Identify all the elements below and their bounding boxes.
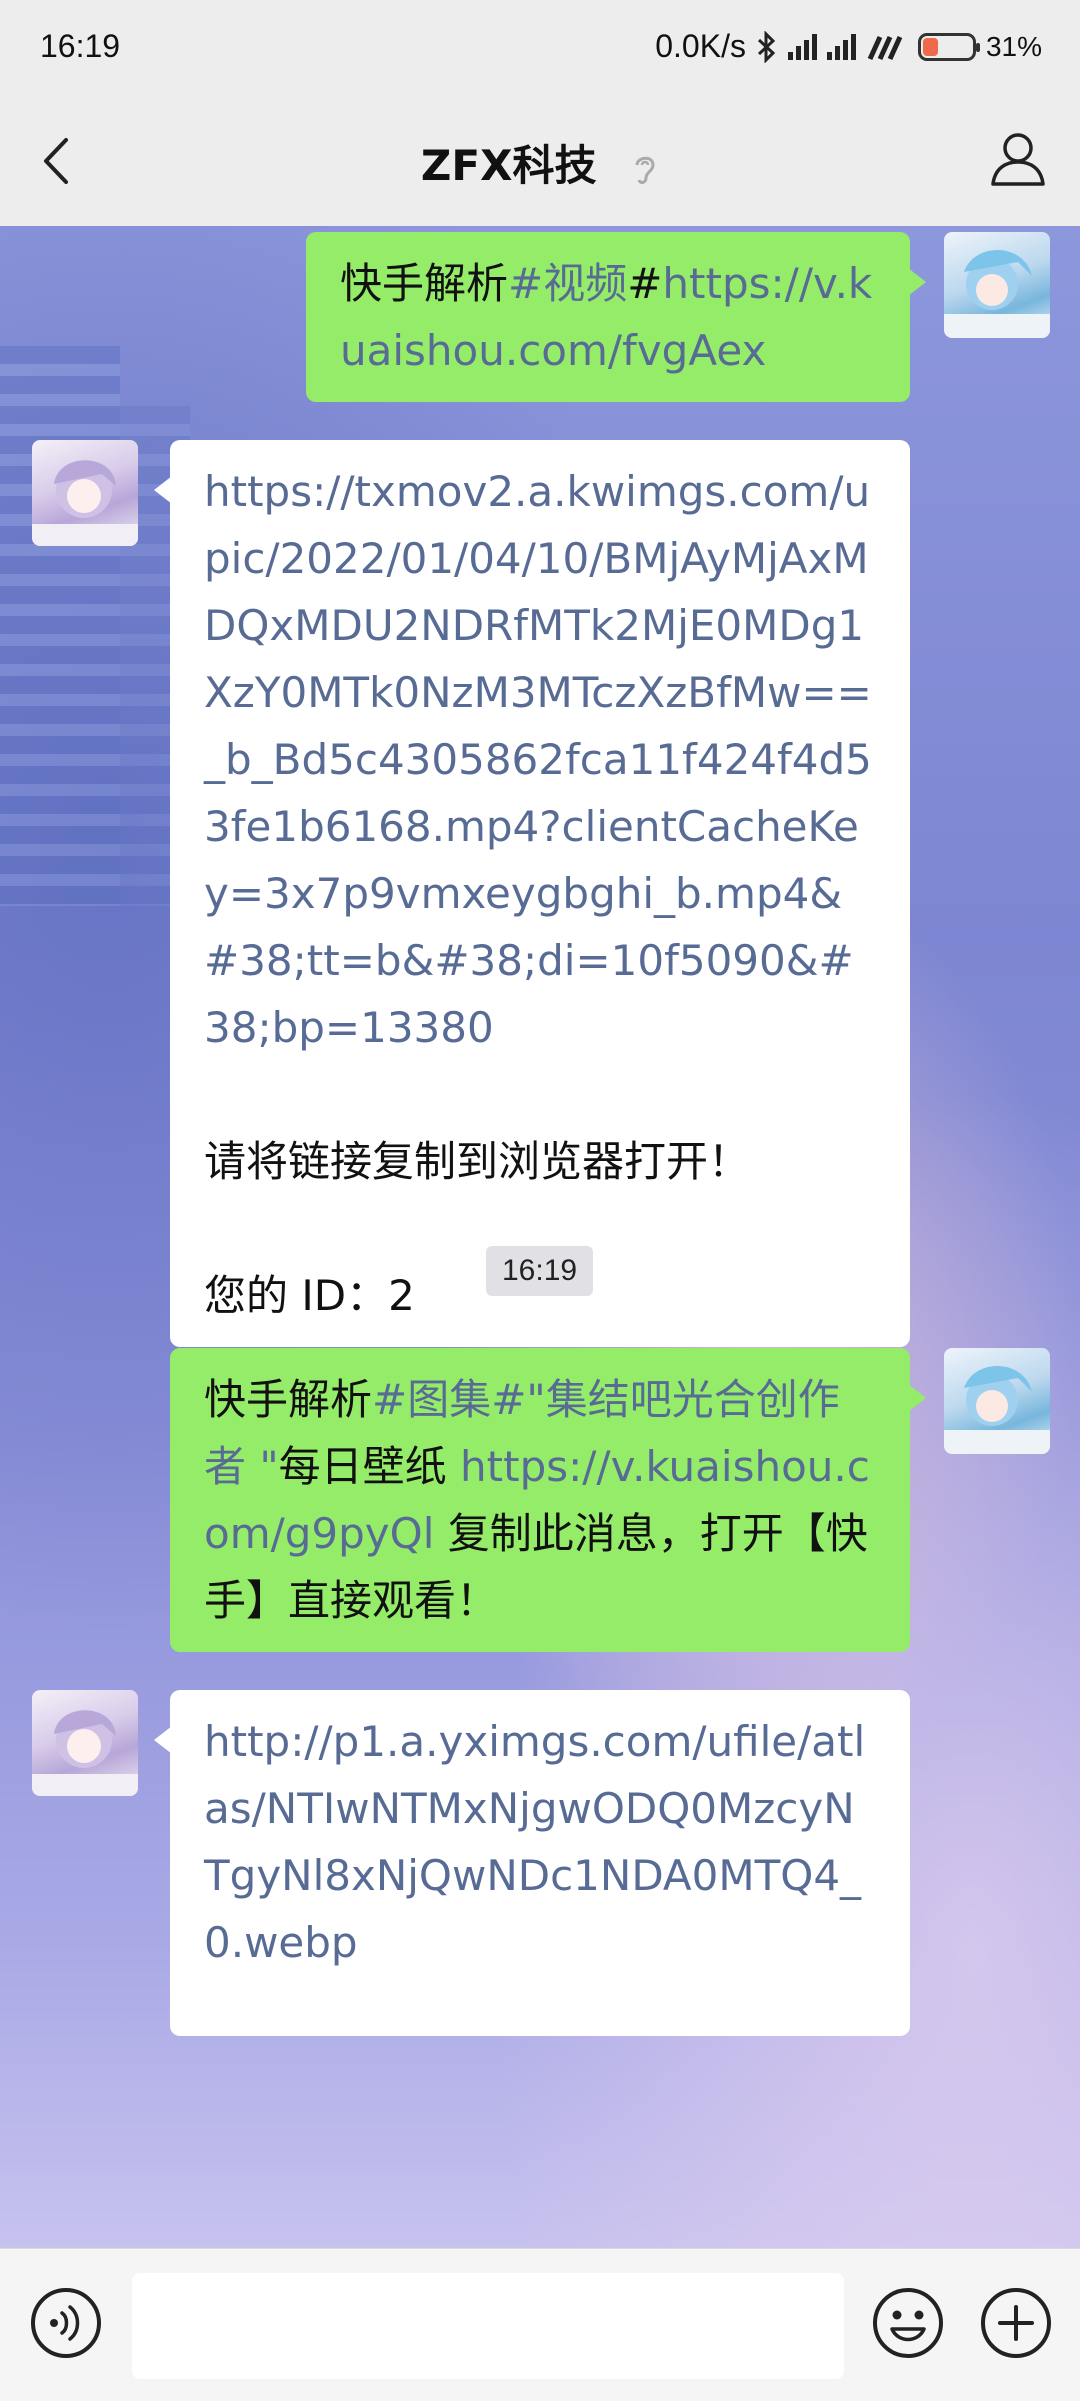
message-text: # [627, 259, 663, 308]
voice-icon[interactable] [28, 2285, 104, 2361]
background-image [0, 346, 120, 906]
battery-percent: 31% [985, 30, 1042, 62]
chat-header: ZFX科技 [0, 96, 1080, 227]
message-input[interactable] [132, 2273, 844, 2379]
avatar[interactable] [944, 232, 1050, 338]
page-title: ZFX科技 [420, 141, 597, 190]
person-icon[interactable] [986, 126, 1050, 190]
message-bubble-outgoing[interactable]: 快手解析#视频#https://v.kuaishou.com/fvgAex [306, 232, 926, 402]
message-text: 快手解析 [340, 259, 509, 308]
ear-icon [635, 156, 655, 184]
url-link[interactable]: http://p1.a.yximgs.com/ufile/atlas/NTIwN… [204, 1708, 876, 1976]
chat-title-row: ZFX科技 [0, 132, 1080, 193]
avatar[interactable] [32, 440, 138, 546]
signal-icon [826, 33, 856, 60]
url-link[interactable]: https://txmov2.a.kwimgs.com/upic/2022/01… [204, 458, 876, 1061]
message-bubble-outgoing[interactable]: 快手解析#图集#"集结吧光合创作者 "每日壁纸 https://v.kuaish… [170, 1348, 926, 1652]
bluetooth-icon [757, 30, 776, 63]
chat-area[interactable]: 快手解析#视频#https://v.kuaishou.com/fvgAex ht… [0, 226, 1080, 2248]
message-bubble-incoming[interactable]: https://txmov2.a.kwimgs.com/upic/2022/01… [154, 440, 910, 1347]
hashtag-link[interactable]: #视频 [508, 259, 627, 308]
avatar[interactable] [944, 1348, 1050, 1454]
plus-icon[interactable] [978, 2285, 1054, 2361]
message-timestamp: 16:19 [486, 1246, 594, 1296]
status-time: 16:19 [40, 28, 121, 64]
message-text: 请将链接复制到浏览器打开！ [204, 1137, 751, 1186]
message-text: 快手解析 [204, 1375, 373, 1424]
network-speed: 0.0K/s [655, 28, 746, 64]
input-bar [0, 2248, 1080, 2401]
wifi-icon [867, 35, 903, 60]
message-text: 每日壁纸 [278, 1442, 461, 1491]
signal-icon [787, 33, 817, 60]
message-bubble-incoming[interactable]: http://p1.a.yximgs.com/ufile/atlas/NTIwN… [154, 1690, 910, 2036]
status-bar: 16:19 0.0K/s 31% [0, 0, 1080, 96]
battery-level [922, 37, 938, 56]
battery-icon [917, 32, 980, 61]
avatar[interactable] [32, 1690, 138, 1796]
emoji-icon[interactable] [870, 2285, 946, 2361]
status-icons: 0.0K/s 31% [655, 28, 1042, 65]
